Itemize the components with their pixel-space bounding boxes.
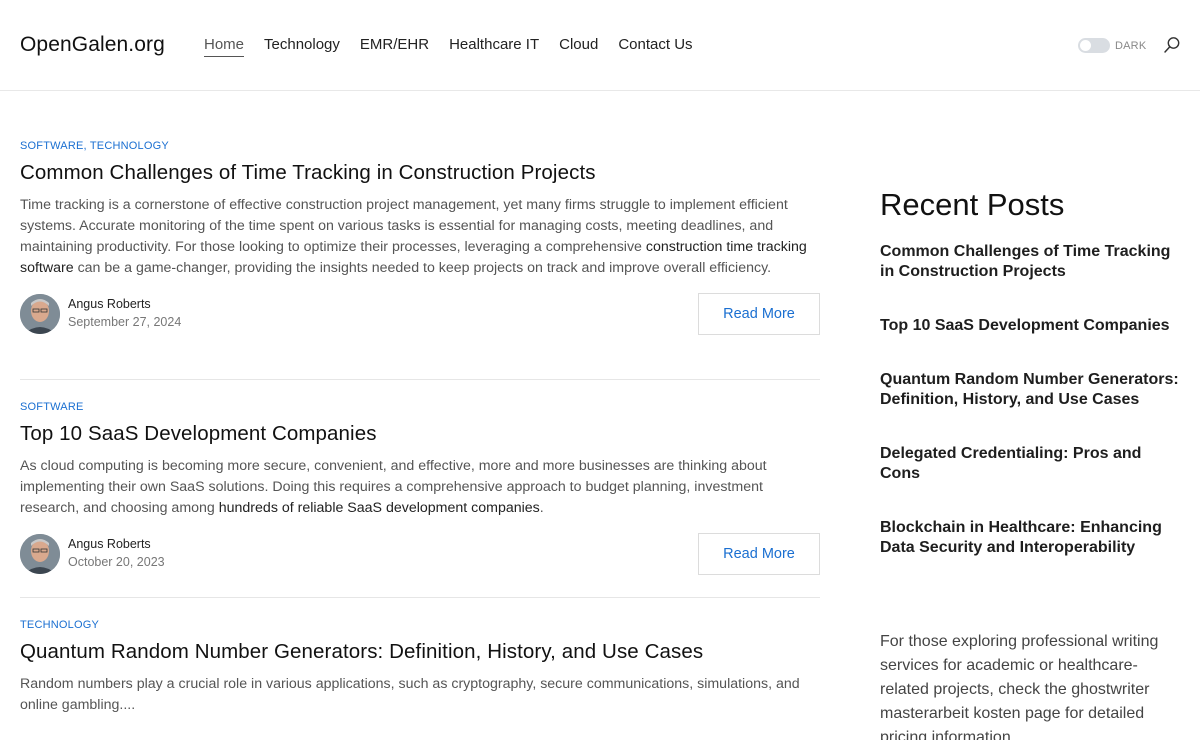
post-date: October 20, 2023 <box>68 555 165 569</box>
recent-posts-list: Common Challenges of Time Tracking in Co… <box>880 242 1185 558</box>
nav-contact-us[interactable]: Contact Us <box>618 36 692 57</box>
post-card: SOFTWARE, TECHNOLOGY Common Challenges o… <box>20 140 820 336</box>
read-more-button[interactable]: Read More <box>698 293 820 335</box>
post-excerpt: Random numbers play a crucial role in va… <box>20 676 800 713</box>
post-title[interactable]: Common Challenges of Time Tracking in Co… <box>20 161 820 185</box>
post-meta: Angus Roberts September 27, 2024 Read Mo… <box>20 293 820 336</box>
nav-emr-ehr[interactable]: EMR/EHR <box>360 36 429 57</box>
category-link[interactable]: TECHNOLOGY <box>20 619 99 631</box>
post-meta: Angus Roberts October 20, 2023 Read More <box>20 533 820 576</box>
nav-technology[interactable]: Technology <box>264 36 340 57</box>
nav-cloud[interactable]: Cloud <box>559 36 598 57</box>
post-excerpt: Time tracking is a cornerstone of effect… <box>20 197 807 276</box>
post-author[interactable]: Angus Roberts <box>68 297 151 311</box>
category-link[interactable]: SOFTWARE <box>20 401 84 413</box>
dark-mode-toggle[interactable]: DARK <box>1078 38 1146 53</box>
post-card: TECHNOLOGY Quantum Random Number Generat… <box>20 619 820 716</box>
post-categories: TECHNOLOGY <box>20 619 820 631</box>
post-excerpt: As cloud computing is becoming more secu… <box>20 458 767 516</box>
category-link[interactable]: SOFTWARE <box>20 140 84 152</box>
post-divider <box>20 379 820 380</box>
excerpt-link[interactable]: hundreds of reliable SaaS development co… <box>219 500 540 516</box>
category-link[interactable]: TECHNOLOGY <box>90 140 169 152</box>
site-logo[interactable]: OpenGalen.org <box>20 33 165 57</box>
site-header: OpenGalen.org Home Technology EMR/EHR He… <box>0 0 1200 91</box>
post-author[interactable]: Angus Roberts <box>68 537 151 551</box>
search-icon[interactable] <box>1163 36 1181 54</box>
post-categories: SOFTWARE, TECHNOLOGY <box>20 140 169 152</box>
recent-post-link[interactable]: Common Challenges of Time Tracking in Co… <box>880 242 1185 282</box>
toggle-switch[interactable] <box>1078 38 1110 53</box>
post-categories: SOFTWARE <box>20 401 820 413</box>
avatar <box>20 294 60 334</box>
sidebar-promo-text: For those exploring professional writing… <box>880 633 1159 740</box>
sidebar: Recent Posts Common Challenges of Time T… <box>880 187 1185 592</box>
nav-healthcare-it[interactable]: Healthcare IT <box>449 36 539 57</box>
post-divider <box>20 597 820 598</box>
main-nav: Home Technology EMR/EHR Healthcare IT Cl… <box>204 36 713 57</box>
post-date: September 27, 2024 <box>68 315 182 329</box>
nav-home[interactable]: Home <box>204 36 245 57</box>
recent-posts-heading: Recent Posts <box>880 187 1065 222</box>
post-card: SOFTWARE Top 10 SaaS Development Compani… <box>20 401 820 576</box>
recent-post-link[interactable]: Delegated Credentialing: Pros and Cons <box>880 444 1185 484</box>
recent-post-link[interactable]: Blockchain in Healthcare: Enhancing Data… <box>880 518 1185 558</box>
read-more-button[interactable]: Read More <box>698 533 820 575</box>
toggle-label: DARK <box>1115 39 1147 52</box>
recent-post-link[interactable]: Quantum Random Number Generators: Defini… <box>880 370 1185 410</box>
recent-post-link[interactable]: Top 10 SaaS Development Companies <box>880 316 1185 336</box>
post-title[interactable]: Quantum Random Number Generators: Defini… <box>20 640 820 664</box>
post-title[interactable]: Top 10 SaaS Development Companies <box>20 422 820 446</box>
avatar <box>20 534 60 574</box>
